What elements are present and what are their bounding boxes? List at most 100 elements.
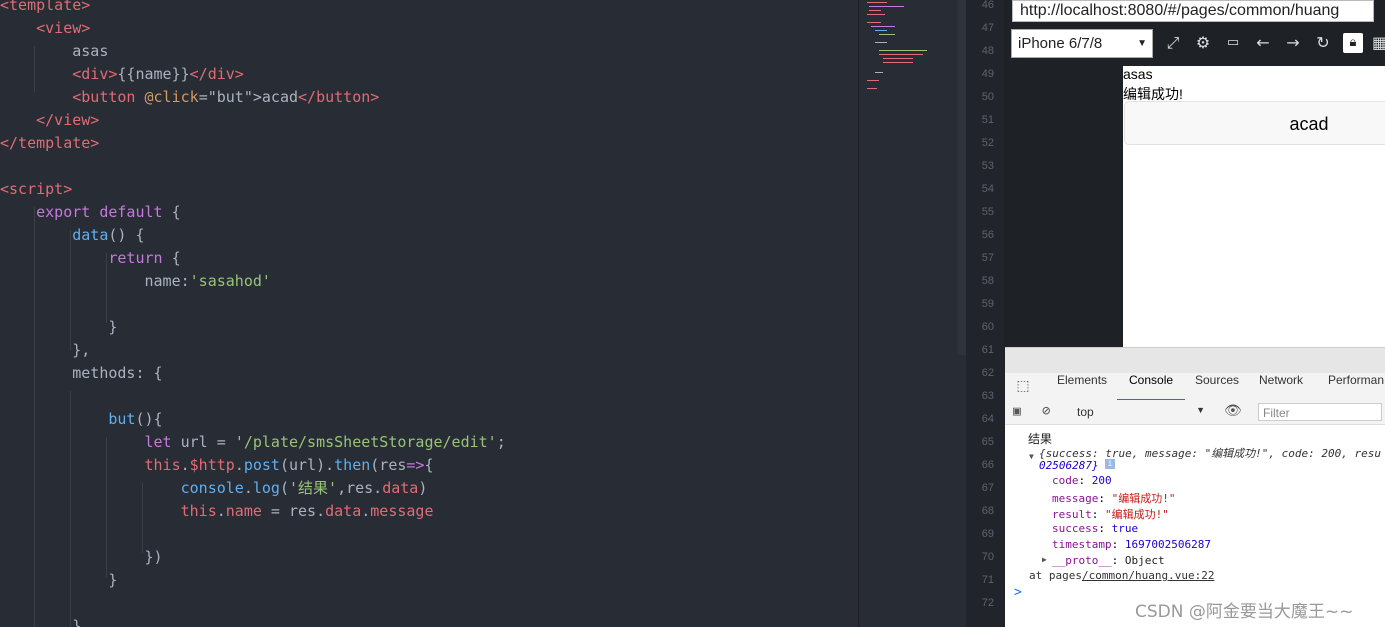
property-key: code (1052, 474, 1079, 487)
minimap-line (879, 34, 895, 35)
code-token: data (325, 502, 362, 520)
tab-console[interactable]: Console (1117, 373, 1186, 401)
grid-icon[interactable]: ▦ (1372, 33, 1385, 53)
tab-performance[interactable]: Performan (1328, 373, 1384, 399)
line-number: 59 (981, 298, 994, 310)
line-number: 68 (981, 505, 994, 517)
sidebar-toggle-icon[interactable]: ▣ (1013, 404, 1021, 419)
minimap-line (867, 22, 881, 23)
property-value: "编辑成功!" (1105, 508, 1169, 521)
property-separator: : (1111, 554, 1125, 567)
code-token: { (162, 249, 181, 267)
code-token: } (0, 617, 82, 627)
gear-icon[interactable]: ⚙ (1193, 33, 1213, 53)
object-property: success: true (1052, 522, 1138, 535)
minimap[interactable] (858, 0, 959, 627)
line-number: 66 (981, 459, 994, 471)
device-select[interactable]: iPhone 6/7/8 ▼ (1011, 29, 1153, 58)
line-number: 55 (981, 206, 994, 218)
tab-network[interactable]: Network (1259, 373, 1303, 399)
tab-sources[interactable]: Sources (1195, 373, 1239, 399)
code-token: </template> (0, 134, 100, 152)
code-line: <button @click="but">acad</button> (0, 86, 379, 109)
clear-console-icon[interactable]: ⊘ (1042, 403, 1050, 419)
property-value: true (1111, 522, 1139, 535)
line-number: 48 (981, 45, 994, 57)
devtools-panel: ⬚ Elements Console Sources Network Perfo… (1005, 373, 1385, 627)
devtools-tabs: ⬚ Elements Console Sources Network Perfo… (1005, 373, 1385, 401)
object-property: timestamp: 1697002506287 (1052, 538, 1211, 551)
code-editor[interactable]: <template> <view> asas <div>{{name}}</di… (0, 0, 858, 627)
device-select-value: iPhone 6/7/8 (1018, 35, 1103, 52)
code-token: console (180, 479, 244, 497)
reload-icon[interactable]: ↻ (1313, 33, 1333, 53)
eye-icon[interactable]: 👁︎ (1224, 403, 1242, 419)
line-number: 57 (981, 252, 994, 264)
code-line: <template> (0, 0, 90, 17)
inspect-element-icon[interactable]: ⬚ (1013, 376, 1033, 396)
line-number: 54 (981, 183, 994, 195)
property-separator: : (1098, 522, 1112, 535)
code-token: . (216, 502, 226, 520)
proto-expand-icon[interactable]: ▶ (1042, 555, 1047, 564)
console-toolbar: ▣ ⊘ top ▼ 👁︎ Filter (1005, 400, 1385, 425)
arrow-right-icon[interactable]: → (1283, 33, 1303, 53)
object-property: __proto__: Object (1052, 554, 1165, 567)
filter-input[interactable]: Filter (1258, 403, 1382, 421)
viewport-text-asas: asas (1123, 66, 1153, 82)
acad-button[interactable]: acad (1124, 101, 1385, 145)
code-token: name: (0, 272, 190, 290)
lock-icon[interactable]: 🔒︎ (1343, 33, 1363, 53)
device-viewport: asas 编辑成功! acad (1123, 66, 1385, 347)
tab-elements[interactable]: Elements (1057, 373, 1107, 399)
terminal-icon[interactable]: ▭ (1223, 33, 1243, 53)
code-line: but(){ (0, 408, 162, 431)
object-property: result: "编辑成功!" (1052, 506, 1169, 522)
minimap-line (867, 88, 877, 89)
property-value: Object (1124, 554, 1165, 567)
code-line: } (0, 316, 117, 339)
property-value: "编辑成功!" (1111, 492, 1176, 505)
console-prompt[interactable]: > (1014, 585, 1022, 600)
screen-rotate-icon[interactable]: ⤢ (1163, 33, 1183, 53)
code-line: return { (0, 247, 181, 270)
code-line: <div>{{name}}</div> (0, 63, 244, 86)
code-token: () { (108, 226, 145, 244)
line-number: 47 (981, 22, 994, 34)
watermark: CSDN @阿金要当大魔王~~ (1135, 602, 1354, 622)
source-link[interactable]: /common/huang.vue:22 (1082, 569, 1214, 582)
code-token: name (225, 502, 262, 520)
line-number: 53 (981, 160, 994, 172)
line-number: 60 (981, 321, 994, 333)
code-token: @click (144, 88, 199, 106)
line-number-gutter: 46 47 48 49 50 51 52 53 54 55 56 57 58 59 60 61 62 63 64 65… (966, 0, 1004, 627)
code-token: . (180, 456, 190, 474)
object-property: code: 200 (1052, 474, 1112, 487)
minimap-line (879, 50, 927, 51)
code-token: asas (0, 42, 109, 60)
context-select[interactable]: top ▼ (1077, 405, 1205, 419)
property-separator: : (1111, 538, 1125, 551)
arrow-left-icon[interactable]: ← (1253, 33, 1273, 53)
code-line: data() { (0, 224, 145, 247)
code-token: . (243, 479, 253, 497)
code-token: {{name}} (117, 65, 190, 83)
code-line: console.log('结果',res.data) (0, 477, 428, 500)
code-line: this.name = res.data.message (0, 500, 434, 523)
code-token: }, (0, 341, 91, 359)
code-token: methods: { (0, 364, 163, 382)
code-token: ( (279, 479, 289, 497)
code-token: but (108, 410, 136, 428)
url-input[interactable]: http://localhost:8080/#/pages/common/hua… (1012, 0, 1374, 22)
code-token: this (180, 502, 217, 520)
line-number: 50 (981, 91, 994, 103)
devtools-resize-handle[interactable] (1005, 347, 1385, 374)
code-token: . (361, 502, 371, 520)
code-line: }, (0, 339, 90, 362)
expand-triangle-icon[interactable]: ▼ (1029, 452, 1034, 461)
code-token: let (144, 433, 172, 451)
